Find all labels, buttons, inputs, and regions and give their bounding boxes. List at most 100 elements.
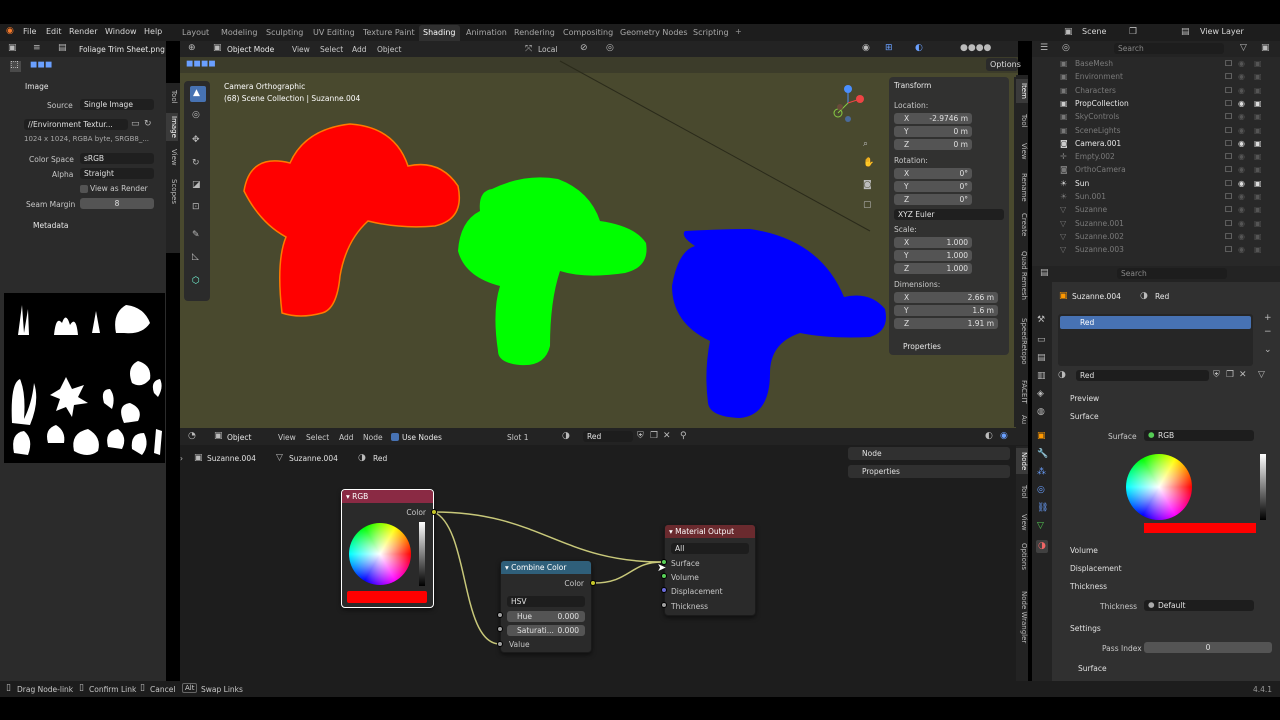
image-section-title[interactable]: Image bbox=[25, 82, 49, 91]
scene-selector[interactable]: Scene bbox=[1082, 27, 1106, 36]
render-camera-icon[interactable]: ▣ bbox=[1254, 112, 1262, 121]
properties-value-slider[interactable] bbox=[1260, 454, 1266, 520]
tab-sculpting[interactable]: Sculpting bbox=[262, 25, 307, 41]
mode-dropdown[interactable]: HSV bbox=[507, 596, 585, 607]
render-camera-icon[interactable]: ▣ bbox=[1254, 179, 1262, 188]
exclude-checkbox-icon[interactable]: ☐ bbox=[1225, 99, 1232, 108]
dimension-z-field[interactable]: Z 1.91 m bbox=[894, 318, 998, 329]
outliner-row[interactable]: ◙ OrthoCamera ☐ ◉ ▣ bbox=[1032, 164, 1262, 177]
new-collection-icon[interactable]: ▣ bbox=[1261, 44, 1270, 53]
tab-scripting[interactable]: Scripting bbox=[689, 25, 733, 41]
transform-title[interactable]: Transform bbox=[894, 81, 931, 90]
tab-texture-paint[interactable]: Texture Paint bbox=[359, 25, 419, 41]
surface-subsection[interactable]: Surface bbox=[1078, 664, 1107, 673]
preview-section[interactable]: Preview bbox=[1070, 394, 1099, 403]
material-slot-item[interactable]: Red bbox=[1060, 316, 1251, 329]
view-layer-selector[interactable]: View Layer bbox=[1200, 27, 1244, 36]
exclude-checkbox-icon[interactable]: ☐ bbox=[1225, 165, 1232, 174]
menu-file[interactable]: File bbox=[23, 27, 36, 36]
saturation-input-socket[interactable] bbox=[497, 626, 503, 632]
add-workspace-button[interactable]: + bbox=[735, 27, 742, 36]
dimension-x-field[interactable]: X 2.66 m bbox=[894, 292, 998, 303]
visibility-eye-icon[interactable]: ◉ bbox=[1238, 152, 1245, 161]
side-tab-faceit[interactable]: FACEIT bbox=[1016, 375, 1028, 409]
material-browse-icon[interactable]: ◑ bbox=[1058, 371, 1066, 380]
outliner-row[interactable]: ▣ PropCollection ☐ ◉ ▣ bbox=[1032, 98, 1262, 111]
3d-viewport[interactable]: ⊕ ▣ Object Mode View Select Add Object ⤧… bbox=[180, 41, 1021, 428]
rotation-mode-dropdown[interactable]: XYZ Euler bbox=[894, 209, 1004, 220]
render-camera-icon[interactable]: ▣ bbox=[1254, 165, 1262, 174]
zoom-icon[interactable]: ⌕ bbox=[863, 140, 868, 149]
surface-section[interactable]: Surface bbox=[1070, 412, 1099, 421]
value-input-socket[interactable] bbox=[497, 641, 503, 647]
exclude-checkbox-icon[interactable]: ☐ bbox=[1225, 245, 1232, 254]
display-mode-icon[interactable]: ◎ bbox=[1062, 44, 1070, 53]
rotation-x-field[interactable]: X 0° bbox=[894, 168, 972, 179]
visibility-eye-icon[interactable]: ◉ bbox=[1238, 99, 1245, 108]
rgb-color-output-socket[interactable] bbox=[431, 509, 437, 515]
editor-type-icon[interactable]: ☰ bbox=[1040, 44, 1048, 53]
pan-icon[interactable]: ✋ bbox=[863, 159, 874, 168]
displacement-input-socket[interactable] bbox=[661, 587, 667, 593]
exclude-checkbox-icon[interactable]: ☐ bbox=[1225, 205, 1232, 214]
render-camera-icon[interactable]: ▣ bbox=[1254, 139, 1262, 148]
data-tab-icon[interactable]: ▽ bbox=[1037, 522, 1044, 531]
navigation-gizmo[interactable] bbox=[830, 83, 870, 133]
render-camera-icon[interactable]: ▣ bbox=[1254, 232, 1262, 241]
render-camera-icon[interactable]: ▣ bbox=[1254, 72, 1262, 81]
side-tab-item[interactable]: Item bbox=[1016, 79, 1028, 103]
visibility-eye-icon[interactable]: ◉ bbox=[1238, 179, 1245, 188]
exclude-checkbox-icon[interactable]: ☐ bbox=[1225, 86, 1232, 95]
tab-compositing[interactable]: Compositing bbox=[559, 25, 617, 41]
folder-icon[interactable]: ▭ bbox=[131, 120, 140, 129]
displacement-section[interactable]: Displacement bbox=[1070, 564, 1122, 573]
cursor-tool-icon[interactable]: ⬚ bbox=[10, 61, 21, 72]
tool-tab-icon[interactable]: ⚒ bbox=[1037, 316, 1045, 325]
world-tab-icon[interactable]: ◍ bbox=[1037, 408, 1045, 417]
add-slot-icon[interactable]: + bbox=[1264, 314, 1272, 323]
material-output-header[interactable]: ▾ Material Output bbox=[665, 525, 755, 538]
lock-icon[interactable]: ▢ bbox=[863, 201, 872, 210]
tab-layout[interactable]: Layout bbox=[178, 25, 213, 41]
target-dropdown[interactable]: All bbox=[671, 543, 749, 554]
exclude-checkbox-icon[interactable]: ☐ bbox=[1225, 179, 1232, 188]
side-tab-view[interactable]: View bbox=[166, 145, 178, 169]
red-suzanne[interactable] bbox=[243, 123, 460, 317]
outliner-row[interactable]: ▣ Environment ☐ ◉ ▣ bbox=[1032, 71, 1262, 84]
node-editor[interactable]: ◔ ▣ Object View Select Add Node Use Node… bbox=[180, 428, 1028, 681]
menu-edit[interactable]: Edit bbox=[46, 27, 62, 36]
render-camera-icon[interactable]: ▣ bbox=[1254, 152, 1262, 161]
hue-field[interactable]: Hue 0.000 bbox=[507, 611, 585, 622]
visibility-eye-icon[interactable]: ◉ bbox=[1238, 139, 1245, 148]
volume-section[interactable]: Volume bbox=[1070, 546, 1098, 555]
rgb-node[interactable]: ▾ RGB Color bbox=[341, 489, 434, 608]
tab-modeling[interactable]: Modeling bbox=[217, 25, 261, 41]
render-tab-icon[interactable]: ▭ bbox=[1037, 336, 1046, 345]
material-output-node[interactable]: ▾ Material Output All Surface Volume Dis… bbox=[664, 524, 756, 616]
source-dropdown[interactable]: Single Image bbox=[80, 99, 154, 110]
side-tab-node[interactable]: Node bbox=[1016, 448, 1028, 474]
browse-filter-icon[interactable]: ▽ bbox=[1258, 371, 1265, 380]
visibility-eye-icon[interactable]: ◉ bbox=[1238, 192, 1245, 201]
side-tab-quad-remesh[interactable]: Quad Remesh bbox=[1016, 245, 1028, 305]
visibility-eye-icon[interactable]: ◉ bbox=[1238, 232, 1245, 241]
outliner-row[interactable]: ▽ Suzanne.003 ☐ ◉ ▣ bbox=[1032, 244, 1262, 257]
image-path-field[interactable]: //Environment Textur... bbox=[24, 119, 128, 130]
visibility-eye-icon[interactable]: ◉ bbox=[1238, 72, 1245, 81]
select-box-icon[interactable]: ◼◼◼ bbox=[30, 61, 52, 70]
location-x-field[interactable]: X -2.9746 m bbox=[894, 113, 972, 124]
color-swatch[interactable] bbox=[347, 591, 427, 603]
saturation-field[interactable]: Saturati... 0.000 bbox=[507, 625, 585, 636]
outliner-row[interactable]: ▣ SceneLights ☐ ◉ ▣ bbox=[1032, 125, 1262, 138]
filter-icon[interactable]: ▽ bbox=[1240, 44, 1247, 53]
render-camera-icon[interactable]: ▣ bbox=[1254, 245, 1262, 254]
combine-color-header[interactable]: ▾ Combine Color bbox=[501, 561, 591, 574]
object-tab-icon[interactable]: ▣ bbox=[1037, 432, 1046, 441]
side-tab-tool[interactable]: Tool bbox=[1016, 480, 1028, 504]
material-name-input[interactable]: Red bbox=[1076, 370, 1209, 381]
side-tab-scopes[interactable]: Scopes bbox=[166, 173, 178, 209]
editor-type-icon[interactable]: ▣ bbox=[8, 44, 17, 53]
image-browse-icon[interactable]: ▤ bbox=[58, 44, 67, 53]
outliner-row[interactable]: ▽ Suzanne.001 ☐ ◉ ▣ bbox=[1032, 218, 1262, 231]
properties-section[interactable]: Properties bbox=[903, 342, 941, 351]
